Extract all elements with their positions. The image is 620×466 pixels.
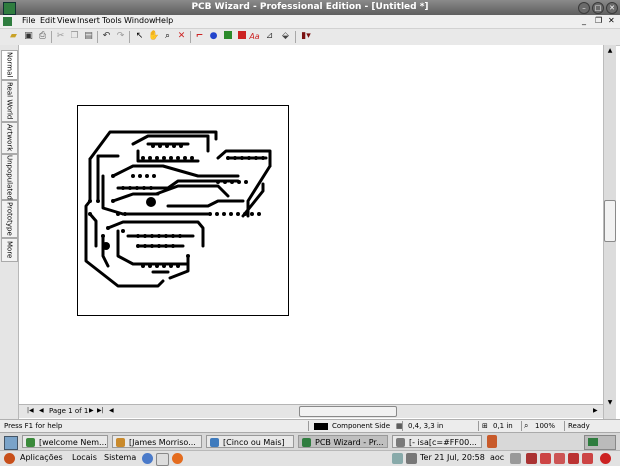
menu-edit[interactable]: Edit — [40, 16, 56, 25]
tab-more[interactable]: More — [1, 238, 18, 262]
pcb-board[interactable] — [77, 105, 289, 316]
component-dropdown-icon[interactable]: ▮▾ — [298, 31, 314, 42]
tray-icon-4 — [568, 453, 579, 464]
first-page-icon[interactable]: |◀ — [27, 407, 34, 414]
maximize-button[interactable]: □ — [592, 2, 604, 14]
horizontal-scroll-thumb[interactable] — [299, 406, 397, 417]
user-name[interactable]: aoc — [490, 453, 504, 462]
text-icon[interactable]: Aa — [249, 31, 260, 42]
view-tabs: Normal Real World Artwork Unpopulated Pr… — [0, 45, 19, 419]
tray-icon-5 — [582, 453, 593, 464]
tray-icon-2 — [540, 453, 551, 464]
track-icon[interactable]: ⌐ — [194, 31, 205, 42]
open-icon[interactable]: ▰ — [8, 31, 19, 42]
scroll-up-arrow[interactable]: ▲ — [605, 47, 615, 54]
zoom-icon[interactable]: ⌕ — [162, 31, 173, 42]
ic-pads-top — [141, 144, 194, 160]
tab-normal[interactable]: Normal — [1, 50, 18, 80]
last-page-icon[interactable]: ▶| — [97, 407, 104, 414]
layer-color-swatch — [314, 423, 328, 430]
menu-tools[interactable]: Tools — [102, 16, 122, 25]
pad-icon[interactable]: ● — [208, 31, 219, 42]
menu-window[interactable]: Window — [124, 16, 156, 25]
title-bar: PCB Wizard - Professional Edition - [Unt… — [0, 0, 620, 15]
task-item[interactable]: [James Morriso... — [112, 435, 202, 448]
email-icon[interactable] — [156, 453, 169, 466]
prev-page-icon[interactable]: ◀ — [39, 407, 44, 414]
copper-area-icon[interactable] — [222, 31, 233, 42]
tab-unpopulated[interactable]: Unpopulated — [1, 154, 18, 200]
task-item[interactable]: [- isa[c=#FF00... — [392, 435, 482, 448]
mdi-close-button[interactable]: ✕ — [608, 16, 615, 25]
tray-icon-3 — [554, 453, 565, 464]
coords-icon: ▦ — [396, 422, 403, 430]
mdi-document-icon[interactable] — [3, 17, 12, 26]
scroll-left-arrow[interactable]: ◀ — [109, 407, 114, 414]
pointer-icon[interactable]: ↖ — [134, 31, 145, 42]
rectangle-icon[interactable] — [236, 31, 247, 42]
taskbar: [welcome Nem... [James Morriso... [Cinco… — [0, 432, 620, 451]
mdi-restore-button[interactable]: ❐ — [595, 16, 602, 25]
status-help-text: Press F1 for help — [4, 422, 63, 430]
vertical-scroll-thumb[interactable] — [604, 200, 616, 242]
toolbar: ▰ ▣ ⎙ ✂ ❐ ▤ ↶ ↷ ↖ ✋ ⌕ ✕ ⌐ ● Aa ⊿ ⬙ ▮▾ — [0, 29, 620, 46]
tab-artwork[interactable]: Artwork — [1, 122, 18, 154]
tab-real-world[interactable]: Real World — [1, 80, 18, 122]
next-page-icon[interactable]: ▶ — [89, 407, 94, 414]
zoom-status-icon: ⌕ — [524, 421, 529, 430]
scroll-down-arrow[interactable]: ▼ — [605, 399, 615, 406]
close-button[interactable]: ✕ — [606, 2, 618, 14]
cut-icon[interactable]: ✂ — [55, 31, 66, 42]
hand-icon[interactable]: ✋ — [148, 31, 159, 42]
menu-insert[interactable]: Insert — [77, 16, 100, 25]
pcb-tracks[interactable] — [78, 106, 288, 315]
page-indicator: Page 1 of 1 — [49, 407, 89, 415]
network-icon — [392, 453, 403, 464]
volume-icon[interactable] — [406, 453, 417, 464]
save-icon[interactable]: ▣ — [23, 31, 34, 42]
menu-view[interactable]: View — [57, 16, 76, 25]
gnome-foot-icon[interactable] — [4, 453, 15, 464]
copy-icon[interactable]: ❐ — [69, 31, 80, 42]
menu-applications[interactable]: Aplicações — [20, 453, 63, 462]
component-icon[interactable]: ⬙ — [280, 31, 291, 42]
redo-icon[interactable]: ↷ — [115, 31, 126, 42]
gnome-panel: Aplicações Locais Sistema Ter 21 Jul, 20… — [0, 450, 620, 466]
grid-icon: ⊞ — [482, 422, 488, 430]
menu-bar: File Edit View Insert Tools Window Help … — [0, 15, 620, 29]
status-coords: 0,4, 3,3 in — [408, 422, 444, 430]
status-bar: Press F1 for help Component Side ▦ 0,4, … — [0, 419, 620, 433]
delete-icon[interactable]: ✕ — [176, 31, 187, 42]
dimension-icon[interactable]: ⊿ — [264, 31, 275, 42]
tray-icon-1 — [526, 453, 537, 464]
workspace-active-icon — [588, 438, 598, 446]
window-title: PCB Wizard - Professional Edition - [Unt… — [191, 2, 429, 12]
firefox-icon[interactable] — [172, 453, 183, 464]
help-icon[interactable] — [142, 453, 153, 464]
menu-places[interactable]: Locais — [72, 453, 97, 462]
print-icon[interactable]: ⎙ — [37, 31, 48, 42]
status-grid[interactable]: 0,1 in — [493, 422, 513, 430]
task-item[interactable]: [welcome Nem... — [22, 435, 108, 448]
menu-file[interactable]: File — [22, 16, 35, 25]
status-layer[interactable]: Component Side — [332, 422, 390, 430]
menu-system[interactable]: Sistema — [104, 453, 136, 462]
clock[interactable]: Ter 21 Jul, 20:58 — [420, 453, 485, 462]
status-ready: Ready — [568, 422, 590, 430]
mdi-minimize-button[interactable]: _ — [582, 16, 586, 25]
show-desktop-icon[interactable] — [4, 436, 18, 450]
undo-icon[interactable]: ↶ — [101, 31, 112, 42]
notification-icon — [510, 453, 521, 464]
tab-prototype[interactable]: Prototype — [1, 200, 18, 238]
workspace-switcher[interactable] — [584, 435, 616, 450]
shutdown-icon[interactable] — [600, 453, 611, 464]
paste-icon[interactable]: ▤ — [83, 31, 94, 42]
menu-help[interactable]: Help — [155, 16, 173, 25]
minimize-button[interactable]: – — [578, 2, 590, 14]
status-zoom[interactable]: 100% — [535, 422, 555, 430]
scroll-right-arrow[interactable]: ▶ — [593, 407, 598, 414]
task-item[interactable]: [Cinco ou Mais] — [206, 435, 294, 448]
task-item-active[interactable]: PCB Wizard - Pr... — [298, 435, 388, 448]
trash-icon[interactable] — [487, 435, 497, 448]
